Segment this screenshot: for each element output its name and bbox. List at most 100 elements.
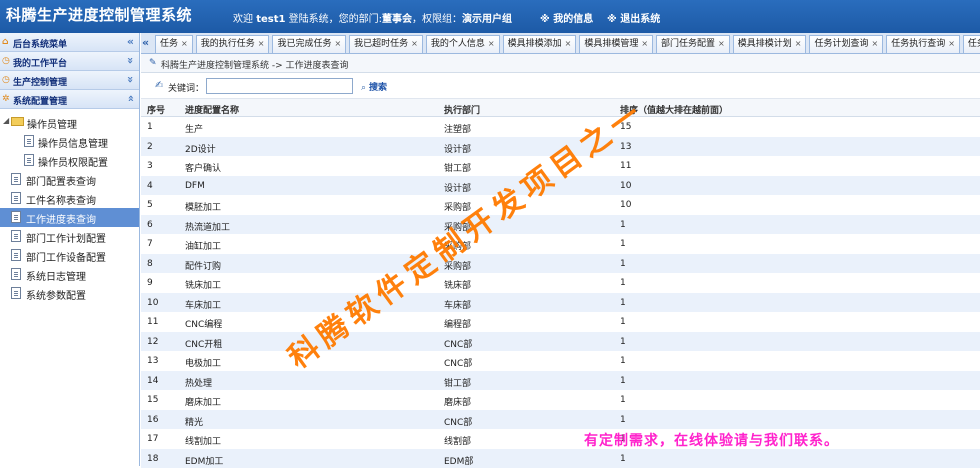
collapse-icon[interactable]: »: [124, 95, 137, 102]
cell-index: 18: [147, 454, 158, 464]
tab-strip: « 任务×我的执行任务×我已完成任务×我已超时任务×我的个人信息×模具排模添加×…: [141, 33, 980, 54]
table-row[interactable]: 6热流道加工采购部1: [141, 215, 980, 235]
cell-index: 14: [147, 376, 158, 386]
tree-item-operator-info[interactable]: 操作员信息管理: [0, 132, 139, 151]
cell-index: 9: [147, 278, 153, 288]
logout-link[interactable]: ※ 退出系统: [607, 10, 660, 25]
search-button[interactable]: ⌕搜索: [361, 80, 387, 93]
panel-backend-menu[interactable]: ⌂ 后台系统菜单 «: [0, 33, 139, 52]
cell-sort: 1: [620, 278, 626, 288]
cell-index: 4: [147, 181, 153, 191]
breadcrumb: ✎ 科腾生产进度控制管理系统 -> 工作进度表查询: [141, 54, 980, 73]
sidebar: ⌂ 后台系统菜单 « ◷ 我的工作平台 » ◷ 生产控制管理 » ✲ 系统配置管…: [0, 33, 140, 466]
cell-index: 12: [147, 337, 158, 347]
close-tab-icon[interactable]: ×: [488, 39, 495, 48]
keyword-input[interactable]: [206, 78, 353, 94]
tab-item[interactable]: 任务×: [155, 35, 193, 53]
tab-label: 我已完成任务: [277, 39, 331, 49]
cell-department: 铣床部: [444, 278, 471, 291]
cell-sort: 1: [620, 337, 626, 347]
table-row[interactable]: 1生产注塑部15: [141, 117, 980, 137]
document-icon: [11, 192, 21, 204]
column-header-name: 进度配置名称: [185, 103, 239, 116]
document-icon: [11, 211, 21, 223]
cell-department: CNC部: [444, 337, 472, 350]
search-bar: ✍ 关键词： ⌕搜索: [141, 73, 980, 99]
cell-index: 1: [147, 122, 153, 132]
tab-item[interactable]: 部门任务配置×: [656, 35, 730, 53]
tab-item[interactable]: 任务执行查询×: [886, 35, 960, 53]
table-row[interactable]: 9 铣床加工 铣床部 1: [141, 273, 980, 293]
cell-sort: 1: [620, 395, 626, 405]
cell-department: CNC部: [444, 415, 472, 428]
expand-icon[interactable]: »: [124, 57, 137, 64]
expand-icon[interactable]: »: [124, 76, 137, 83]
table-row[interactable]: 10车床加工车床部1: [141, 293, 980, 313]
tab-item[interactable]: 模具排模管理×: [579, 35, 653, 53]
my-info-link[interactable]: ※ 我的信息: [540, 10, 593, 25]
cell-name: 生产: [185, 122, 203, 135]
table-row[interactable]: 7油缸加工采购部1: [141, 234, 980, 254]
cell-index: 3: [147, 161, 153, 171]
table-row[interactable]: 11CNC编程编程部1: [141, 312, 980, 332]
panel-system-config[interactable]: ✲ 系统配置管理 »: [0, 90, 139, 109]
close-tab-icon[interactable]: ×: [718, 39, 725, 48]
document-icon: [11, 230, 21, 242]
tree-item-workpiece-names[interactable]: 工件名称表查询: [0, 189, 139, 208]
cell-department: 注塑部: [444, 122, 471, 135]
tab-item[interactable]: 模具排模添加×: [503, 35, 577, 53]
cell-department: EDM部: [444, 454, 473, 467]
table-row[interactable]: 5模胚加工采购部10: [141, 195, 980, 215]
close-tab-icon[interactable]: ×: [258, 39, 265, 48]
tab-item[interactable]: 我的个人信息×: [426, 35, 500, 53]
tree-item-system-log[interactable]: 系统日志管理: [0, 265, 139, 284]
cell-sort: 10: [620, 200, 631, 210]
cell-name: 铣床加工: [185, 278, 221, 291]
tab-item[interactable]: 任务完: [963, 35, 980, 53]
close-tab-icon[interactable]: ×: [795, 39, 802, 48]
close-tab-icon[interactable]: ×: [334, 39, 341, 48]
tree-item-department-config[interactable]: 部门配置表查询: [0, 170, 139, 189]
document-icon: [11, 287, 21, 299]
tree-item-system-params[interactable]: 系统参数配置: [0, 284, 139, 303]
tree-item-operator-permissions[interactable]: 操作员权限配置: [0, 151, 139, 170]
tab-item[interactable]: 我已超时任务×: [349, 35, 423, 53]
table-row[interactable]: 17线割加工线割部1: [141, 429, 980, 449]
cell-department: 编程部: [444, 317, 471, 330]
tab-item[interactable]: 我的执行任务×: [196, 35, 270, 53]
tab-list: 任务×我的执行任务×我已完成任务×我已超时任务×我的个人信息×模具排模添加×模具…: [155, 35, 980, 54]
cell-name: 磨床加工: [185, 395, 221, 408]
table-row[interactable]: 18EDM加工EDM部1: [141, 449, 980, 468]
close-tab-icon[interactable]: ×: [181, 39, 188, 48]
tab-item[interactable]: 模具排模计划×: [733, 35, 807, 53]
panel-production-control[interactable]: ◷ 生产控制管理 »: [0, 71, 139, 90]
search-form-icon: ✍: [155, 80, 163, 91]
cell-name: 油缸加工: [185, 239, 221, 252]
scroll-left-icon[interactable]: «: [142, 36, 149, 49]
tree-item-dept-equipment[interactable]: 部门工作设备配置: [0, 246, 139, 265]
caret-down-icon[interactable]: ◢: [3, 116, 9, 125]
tree-item-dept-work-plan[interactable]: 部门工作计划配置: [0, 227, 139, 246]
tab-item[interactable]: 任务计划查询×: [809, 35, 883, 53]
close-tab-icon[interactable]: ×: [641, 39, 648, 48]
cell-department: 车床部: [444, 298, 471, 311]
panel-my-workbench[interactable]: ◷ 我的工作平台 »: [0, 52, 139, 71]
table-row[interactable]: 16精光CNC部1: [141, 410, 980, 430]
username: test1: [256, 14, 285, 25]
tab-label: 我的执行任务: [201, 39, 255, 49]
cell-name: 客户确认: [185, 161, 221, 174]
cell-name: 配件订购: [185, 259, 221, 272]
search-icon: ⌕: [361, 83, 366, 93]
tab-item[interactable]: 我已完成任务×: [272, 35, 346, 53]
cell-sort: 1: [620, 376, 626, 386]
collapse-icon[interactable]: «: [127, 35, 134, 48]
close-tab-icon[interactable]: ×: [411, 39, 418, 48]
tree-folder-operator-management[interactable]: ◢ 操作员管理: [0, 113, 139, 132]
close-tab-icon[interactable]: ×: [565, 39, 572, 48]
department: 董事会: [382, 14, 412, 25]
close-tab-icon[interactable]: ×: [871, 39, 878, 48]
tab-label: 模具排模计划: [738, 39, 792, 49]
table-row[interactable]: 8配件订购采购部1: [141, 254, 980, 274]
tree-item-work-progress[interactable]: 工作进度表查询: [0, 208, 139, 227]
close-tab-icon[interactable]: ×: [948, 39, 955, 48]
